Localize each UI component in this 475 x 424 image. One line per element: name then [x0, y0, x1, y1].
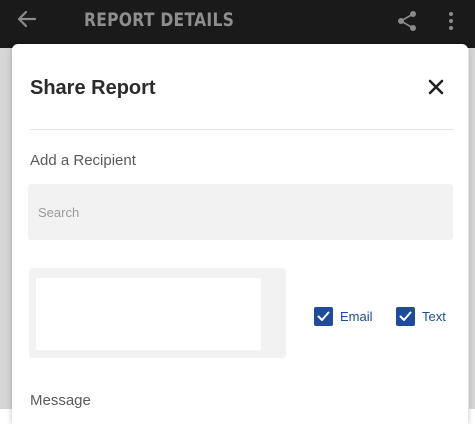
checkmark-icon [314, 306, 333, 326]
checkmark-icon [396, 306, 415, 326]
more-vertical-icon[interactable] [447, 10, 455, 32]
email-checkbox-label: Email [340, 308, 373, 324]
recipient-label: Add a Recipient [30, 152, 136, 169]
dialog-divider [30, 129, 454, 130]
share-icon[interactable] [396, 10, 418, 32]
message-label: Message [30, 392, 91, 409]
arrow-left-icon[interactable] [16, 8, 44, 32]
app-bar-title: REPORT DETAILS [84, 9, 235, 31]
app-bar: REPORT DETAILS [0, 0, 475, 48]
dialog-title: Share Report [30, 77, 156, 99]
email-checkbox[interactable]: Email [314, 306, 373, 326]
share-report-dialog: Share Report Add a Recipient Email Text … [12, 44, 468, 424]
search-input[interactable] [28, 184, 453, 240]
text-checkbox-label: Text [422, 308, 446, 324]
close-icon[interactable] [424, 75, 448, 99]
recipient-list-box [29, 268, 286, 358]
scrim-right [469, 48, 475, 409]
text-checkbox[interactable]: Text [396, 306, 446, 326]
recipient-list-area[interactable] [36, 278, 261, 350]
